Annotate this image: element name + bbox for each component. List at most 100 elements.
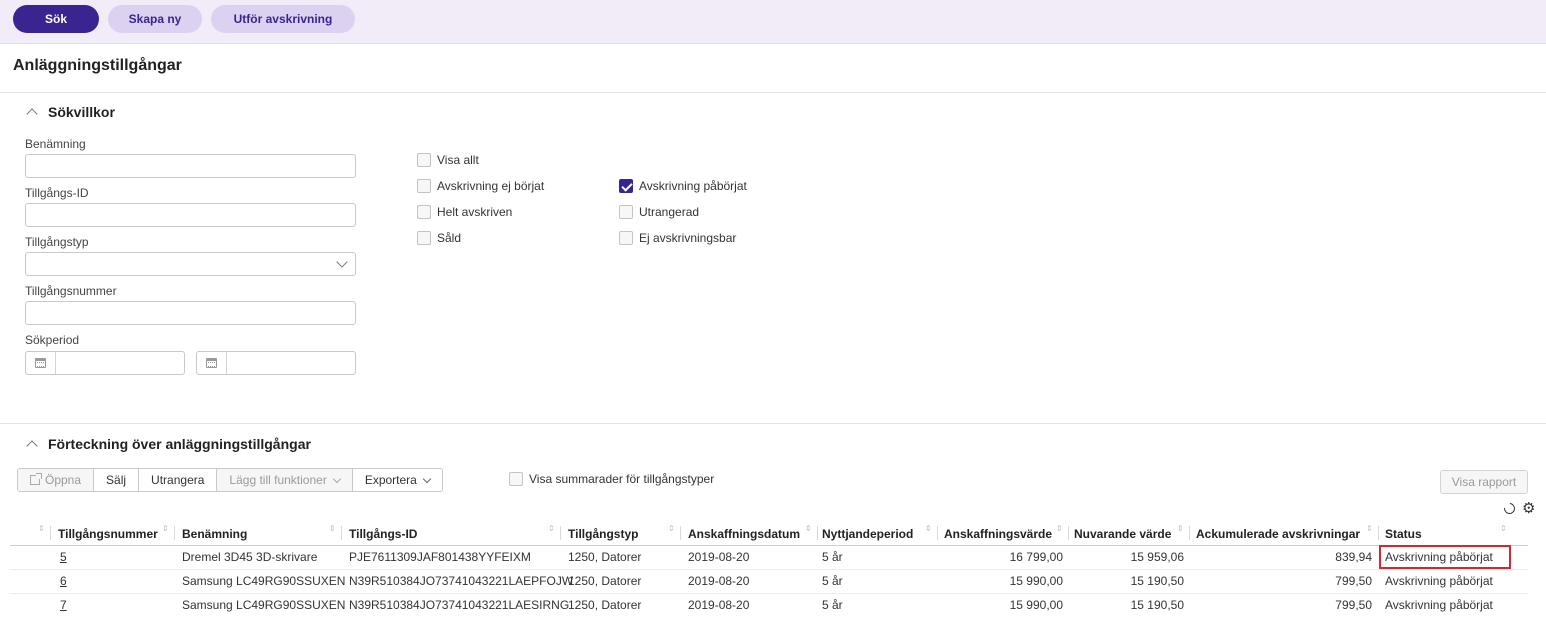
checkbox[interactable] (509, 472, 523, 486)
sort-icon[interactable]: ⇕ (668, 525, 675, 533)
checkbox[interactable] (619, 231, 633, 245)
sell-button[interactable]: Sälj (94, 469, 140, 491)
sort-icon[interactable]: ⇕ (1056, 525, 1063, 533)
name-input[interactable] (25, 154, 356, 178)
chevron-down-icon (422, 474, 432, 483)
section-divider (0, 92, 1546, 93)
checkbox-sold[interactable]: Såld (417, 231, 461, 245)
chevron-down-icon (332, 474, 342, 483)
cell-accumulated-depreciation: 839,94 (1335, 550, 1372, 564)
checkbox-summary-rows[interactable]: Visa summarader för tillgångstyper (509, 472, 714, 486)
search-period-label: Sökperiod (25, 333, 80, 347)
sort-icon[interactable]: ⇕ (1500, 525, 1507, 533)
sort-icon[interactable]: ⇕ (1177, 525, 1184, 533)
column-header[interactable]: Benämning (182, 522, 247, 545)
perform-depreciation-button[interactable]: Utför avskrivning (211, 5, 355, 33)
cell-name: Samsung LC49RG90SSUXEN (182, 598, 346, 612)
column-header[interactable]: Status (1385, 522, 1422, 545)
period-from-input[interactable] (25, 351, 185, 375)
column-header[interactable]: Tillgångs-ID (349, 522, 417, 545)
cell-useful-life: 5 år (822, 574, 843, 588)
checkbox-scrapped[interactable]: Utrangerad (619, 205, 699, 219)
cell-asset-id: N39R510384JO73741043221LAEPFOJW (349, 574, 574, 588)
add-functions-dropdown[interactable]: Lägg till funktioner (217, 469, 353, 491)
chevron-up-icon[interactable] (26, 440, 38, 452)
cell-asset-type: 1250, Datorer (568, 550, 642, 564)
checkbox-non-depreciable[interactable]: Ej avskrivningsbar (619, 231, 736, 245)
chevron-up-icon[interactable] (26, 108, 38, 120)
checkbox-show-all[interactable]: Visa allt (417, 153, 479, 167)
column-header[interactable]: Anskaffningsvärde (944, 522, 1052, 545)
cell-acquisition-date: 2019-08-20 (688, 598, 750, 612)
asset-number-link[interactable]: 7 (60, 594, 67, 616)
cell-current-value: 15 190,50 (1130, 598, 1184, 612)
asset-type-label: Tillgångstyp (25, 235, 89, 249)
cell-acquisition-value: 15 990,00 (1009, 574, 1063, 588)
checkbox[interactable] (619, 205, 633, 219)
cell-useful-life: 5 år (822, 550, 843, 564)
search-criteria-title: Sökvillkor (48, 104, 115, 120)
period-to-input[interactable] (196, 351, 356, 375)
cell-acquisition-date: 2019-08-20 (688, 574, 750, 588)
column-header[interactable]: Anskaffningsdatum (688, 522, 800, 545)
column-header[interactable]: Nyttjandeperiod (822, 522, 913, 545)
show-report-button[interactable]: Visa rapport (1440, 470, 1528, 494)
column-header[interactable]: Ackumulerade avskrivningar (1196, 522, 1360, 545)
export-dropdown[interactable]: Exportera (352, 469, 442, 491)
scrap-button[interactable]: Utrangera (139, 469, 218, 491)
asset-list-header[interactable]: Förteckning över anläggningstillgångar (26, 436, 311, 452)
asset-number-label: Tillgångsnummer (25, 284, 117, 298)
calendar-icon[interactable] (206, 358, 217, 368)
refresh-icon[interactable] (1501, 500, 1518, 517)
sort-icon[interactable]: ⇕ (925, 525, 932, 533)
status-text: Avskrivning påbörjat (1385, 574, 1493, 588)
cell-asset-id: N39R510384JO73741043221LAESIRNG (349, 598, 570, 612)
cell-acquisition-value: 16 799,00 (1009, 550, 1063, 564)
calendar-icon[interactable] (35, 358, 46, 368)
checkbox[interactable] (417, 231, 431, 245)
cell-current-value: 15 959,06 (1130, 550, 1184, 564)
status-highlight-box (1379, 545, 1511, 569)
asset-id-label: Tillgångs-ID (25, 186, 89, 200)
asset-id-input[interactable] (25, 203, 356, 227)
cell-acquisition-value: 15 990,00 (1009, 598, 1063, 612)
asset-number-link[interactable]: 6 (60, 570, 67, 592)
gear-icon[interactable]: ⚙ (1522, 501, 1535, 516)
checkbox[interactable] (417, 205, 431, 219)
cell-acquisition-date: 2019-08-20 (688, 550, 750, 564)
sort-icon[interactable]: ⇕ (805, 525, 812, 533)
checkbox-not-started[interactable]: Avskrivning ej börjat (417, 179, 544, 193)
checkbox-fully-depreciated[interactable]: Helt avskriven (417, 205, 512, 219)
sort-icon[interactable]: ⇕ (162, 525, 169, 533)
list-toolbar: Öppna Sälj Utrangera Lägg till funktione… (17, 468, 443, 492)
search-button[interactable]: Sök (13, 5, 99, 33)
top-action-bar: Sök Skapa ny Utför avskrivning (0, 0, 1546, 44)
search-criteria-header[interactable]: Sökvillkor (26, 104, 115, 120)
open-button[interactable]: Öppna (18, 469, 95, 491)
sort-icon[interactable]: ⇕ (548, 525, 555, 533)
checkbox-started[interactable]: Avskrivning påbörjat (619, 179, 747, 193)
cell-accumulated-depreciation: 799,50 (1335, 598, 1372, 612)
asset-number-input[interactable] (25, 301, 356, 325)
cell-useful-life: 5 år (822, 598, 843, 612)
cell-accumulated-depreciation: 799,50 (1335, 574, 1372, 588)
external-link-icon (30, 473, 42, 485)
sort-icon[interactable]: ⇕ (1366, 525, 1373, 533)
asset-type-select[interactable] (25, 252, 356, 276)
asset-number-link[interactable]: 5 (60, 546, 67, 568)
column-header[interactable]: Tillgångstyp (568, 522, 638, 545)
asset-list-title: Förteckning över anläggningstillgångar (48, 436, 311, 452)
checkbox[interactable] (417, 153, 431, 167)
column-header[interactable]: Tillgångsnummer (58, 522, 158, 545)
section-divider (0, 423, 1546, 424)
sort-icon[interactable]: ⇕ (38, 525, 45, 533)
column-header[interactable]: Nuvarande värde (1074, 522, 1171, 545)
sort-icon[interactable]: ⇕ (329, 525, 336, 533)
create-new-button[interactable]: Skapa ny (108, 5, 202, 33)
checkbox-checked[interactable] (619, 179, 633, 193)
chevron-down-icon (336, 256, 348, 268)
cell-asset-type: 1250, Datorer (568, 598, 642, 612)
checkbox[interactable] (417, 179, 431, 193)
cell-asset-id: PJE7611309JAF801438YYFEIXM (349, 550, 531, 564)
cell-name: Dremel 3D45 3D-skrivare (182, 550, 318, 564)
